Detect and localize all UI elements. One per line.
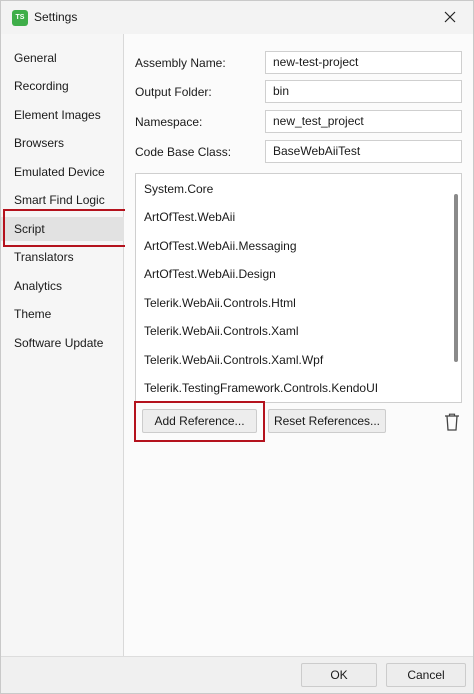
sidebar-item-script[interactable]: Script	[1, 217, 124, 241]
list-item[interactable]: System.Core	[144, 182, 213, 196]
sidebar-item-software-update[interactable]: Software Update	[1, 331, 124, 355]
sidebar-item-analytics[interactable]: Analytics	[1, 274, 124, 298]
output-folder-label: Output Folder:	[135, 85, 212, 99]
list-item[interactable]: Telerik.WebAii.Controls.Xaml	[144, 324, 299, 338]
sidebar-item-browsers[interactable]: Browsers	[1, 131, 124, 155]
settings-sidebar: General Recording Element Images Browser…	[1, 34, 128, 656]
namespace-label: Namespace:	[135, 115, 203, 129]
add-reference-button[interactable]: Add Reference...	[142, 409, 257, 433]
assembly-name-label: Assembly Name:	[135, 56, 226, 70]
list-item[interactable]: ArtOfTest.WebAii	[144, 210, 235, 224]
references-scrollbar[interactable]	[454, 194, 458, 362]
list-item[interactable]: Telerik.TestingFramework.Controls.KendoU…	[144, 381, 378, 395]
list-item[interactable]: ArtOfTest.WebAii.Design	[144, 267, 276, 281]
list-item[interactable]: Telerik.WebAii.Controls.Html	[144, 296, 296, 310]
namespace-field[interactable]: new_test_project	[265, 110, 462, 133]
sidebar-item-emulated-device[interactable]: Emulated Device	[1, 160, 124, 184]
sidebar-item-general[interactable]: General	[1, 46, 124, 70]
references-list[interactable]: System.Core ArtOfTest.WebAii ArtOfTest.W…	[135, 173, 462, 403]
close-icon	[444, 11, 456, 23]
delete-reference-button[interactable]	[443, 412, 461, 432]
window-title: Settings	[34, 10, 78, 24]
list-item[interactable]: Telerik.WebAii.Controls.Xaml.Wpf	[144, 353, 323, 367]
sidebar-item-translators[interactable]: Translators	[1, 245, 124, 269]
sidebar-item-smart-find-logic[interactable]: Smart Find Logic	[1, 188, 124, 212]
assembly-name-field[interactable]: new-test-project	[265, 51, 462, 74]
sidebar-item-recording[interactable]: Recording	[1, 74, 124, 98]
script-settings-panel: Assembly Name: new-test-project Output F…	[125, 34, 473, 656]
ok-button[interactable]: OK	[301, 663, 377, 687]
dialog-footer: OK Cancel	[1, 656, 473, 693]
sidebar-item-theme[interactable]: Theme	[1, 302, 124, 326]
code-base-class-label: Code Base Class:	[135, 145, 232, 159]
close-button[interactable]	[435, 4, 465, 30]
cancel-button[interactable]: Cancel	[386, 663, 466, 687]
trash-icon	[445, 413, 459, 431]
list-item[interactable]: ArtOfTest.WebAii.Messaging	[144, 239, 297, 253]
output-folder-field[interactable]: bin	[265, 80, 462, 103]
code-base-class-field[interactable]: BaseWebAiiTest	[265, 140, 462, 163]
sidebar-item-element-images[interactable]: Element Images	[1, 103, 124, 127]
title-bar: TS Settings	[1, 1, 473, 34]
app-icon: TS	[12, 10, 28, 26]
settings-window: TS Settings General Recording Element Im…	[0, 0, 474, 694]
reset-references-button[interactable]: Reset References...	[268, 409, 386, 433]
